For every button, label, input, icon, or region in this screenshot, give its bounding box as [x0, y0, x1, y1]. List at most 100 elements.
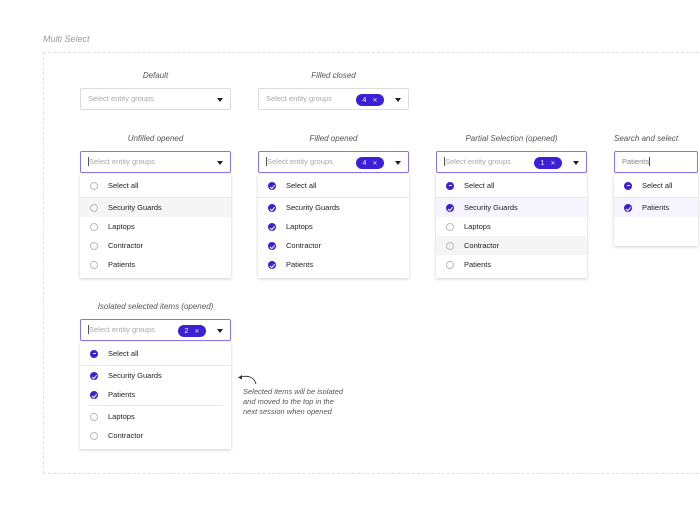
option-item[interactable]: Contractor: [80, 426, 231, 445]
unchecked-circle-icon[interactable]: [90, 222, 98, 231]
option-item[interactable]: Contractor: [436, 236, 587, 255]
selected-count-chip[interactable]: 4 ✕: [356, 157, 384, 169]
checked-icon[interactable]: [268, 181, 276, 190]
placeholder-text[interactable]: Select entity groups: [88, 325, 155, 334]
clear-icon[interactable]: ✕: [372, 160, 377, 167]
caret-down-icon[interactable]: [395, 98, 401, 102]
count-value: 1: [540, 159, 545, 167]
placeholder-text[interactable]: Select entity groups: [266, 157, 333, 166]
caret-down-icon[interactable]: [573, 161, 579, 165]
option-item[interactable]: Patients: [80, 385, 231, 404]
checked-icon[interactable]: [90, 390, 98, 399]
option-label: Patients: [108, 390, 136, 399]
multi-select-2: Unfilled opened Select entity groups Selec…: [80, 134, 231, 278]
option-label: Laptops: [286, 222, 313, 231]
multi-select-input[interactable]: Patients: [614, 151, 698, 173]
placeholder-text[interactable]: Select entity groups: [444, 157, 511, 166]
unchecked-circle-icon[interactable]: [446, 241, 454, 250]
unchecked-circle-icon[interactable]: [90, 260, 98, 269]
multi-select-6: Isolated selected items (opened) Select e…: [80, 302, 231, 449]
component-label: Filled closed: [311, 71, 356, 80]
unchecked-circle-icon[interactable]: [90, 431, 98, 440]
option-item[interactable]: Security Guards: [436, 198, 587, 217]
caret-down-icon[interactable]: [217, 161, 223, 165]
clear-icon[interactable]: ✕: [550, 160, 555, 167]
note-line: next session when opened: [243, 407, 332, 416]
checked-icon[interactable]: [268, 260, 276, 269]
checked-icon[interactable]: [446, 203, 454, 212]
option-label: Laptops: [108, 222, 135, 231]
option-item[interactable]: Security Guards: [80, 198, 231, 217]
dropdown-menu: Select all Security Guards Laptops Contract…: [436, 174, 587, 278]
checked-icon[interactable]: [90, 371, 98, 380]
placeholder-text[interactable]: Select entity groups: [88, 94, 154, 103]
option-label: Select all: [108, 349, 139, 358]
option-item[interactable]: Patients: [614, 198, 698, 217]
option-item[interactable]: Patients: [258, 255, 409, 274]
select-all-option[interactable]: Select all: [614, 174, 698, 197]
option-item[interactable]: Contractor: [258, 236, 409, 255]
option-label: Patients: [108, 260, 136, 269]
option-item[interactable]: Patients: [436, 255, 587, 274]
option-item[interactable]: Laptops: [436, 217, 587, 236]
count-value: 4: [362, 96, 367, 104]
option-item[interactable]: Laptops: [80, 407, 231, 426]
option-label: Security Guards: [108, 371, 162, 380]
multi-select-input[interactable]: Select entity groups: [80, 151, 231, 173]
unchecked-circle-icon[interactable]: [90, 412, 98, 421]
multi-select-input[interactable]: Select entity groups 2 ✕: [80, 319, 231, 341]
multi-select-input[interactable]: Select entity groups 4 ✕: [258, 151, 409, 173]
count-value: 4: [362, 159, 367, 167]
unchecked-circle-icon[interactable]: [446, 260, 454, 269]
select-all-option[interactable]: Select all: [258, 174, 409, 197]
search-input[interactable]: Patients: [622, 157, 651, 166]
select-all-option[interactable]: Select all: [80, 342, 231, 365]
option-label: Contractor: [286, 241, 322, 250]
checked-icon[interactable]: [268, 241, 276, 250]
selected-count-chip[interactable]: 1 ✕: [534, 157, 562, 169]
checked-icon[interactable]: [268, 222, 276, 231]
multi-select-input[interactable]: Select entity groups 1 ✕: [436, 151, 587, 173]
placeholder-text[interactable]: Select entity groups: [266, 94, 332, 103]
checked-icon[interactable]: [268, 203, 276, 212]
unchecked-circle-icon[interactable]: [446, 222, 454, 231]
unchecked-circle-icon[interactable]: [90, 181, 98, 190]
multi-select-0: Default Select entity groups: [80, 71, 231, 110]
multi-select-input[interactable]: Select entity groups: [80, 88, 231, 110]
option-item[interactable]: Security Guards: [258, 198, 409, 217]
selected-count-chip[interactable]: 4 ✕: [356, 94, 384, 106]
count-value: 2: [184, 327, 189, 335]
note-line: Selected items will be isolated: [243, 387, 344, 396]
placeholder-text[interactable]: Select entity groups: [88, 157, 155, 166]
caret-down-icon[interactable]: [395, 161, 401, 165]
partial-check-icon[interactable]: [624, 181, 632, 190]
multi-select-4: Partial Selection (opened) Select entity …: [436, 134, 587, 278]
dropdown-menu: Select all Patients: [614, 174, 698, 246]
multi-select-input[interactable]: Select entity groups 4 ✕: [258, 88, 409, 110]
partial-check-icon[interactable]: [446, 181, 454, 190]
selected-count-chip[interactable]: 2 ✕: [178, 325, 206, 337]
unchecked-circle-icon[interactable]: [90, 241, 98, 250]
clear-icon[interactable]: ✕: [194, 328, 199, 335]
component-label: Isolated selected items (opened): [97, 302, 214, 311]
unchecked-circle-icon[interactable]: [90, 203, 98, 212]
multi-select-3: Filled opened Select entity groups 4 ✕ Selec…: [258, 134, 409, 278]
clear-icon[interactable]: ✕: [372, 97, 377, 104]
option-item[interactable]: Patients: [80, 255, 231, 274]
option-item[interactable]: Laptops: [258, 217, 409, 236]
option-label: Patients: [642, 203, 670, 212]
select-all-option[interactable]: Select all: [80, 174, 231, 197]
component-label: Partial Selection (opened): [465, 134, 558, 143]
select-all-option[interactable]: Select all: [436, 174, 587, 197]
checked-icon[interactable]: [624, 203, 632, 212]
option-item[interactable]: Laptops: [80, 217, 231, 236]
option-item[interactable]: Security Guards: [80, 366, 231, 385]
caret-down-icon[interactable]: [217, 329, 223, 333]
isolation-note: Selected items will be isolated and move…: [243, 387, 343, 417]
option-label: Patients: [286, 260, 314, 269]
multi-select-1: Filled closed Select entity groups 4 ✕: [258, 71, 409, 110]
option-item[interactable]: Contractor: [80, 236, 231, 255]
group-divider: [88, 405, 223, 406]
caret-down-icon[interactable]: [217, 98, 223, 102]
partial-check-icon[interactable]: [90, 349, 98, 358]
